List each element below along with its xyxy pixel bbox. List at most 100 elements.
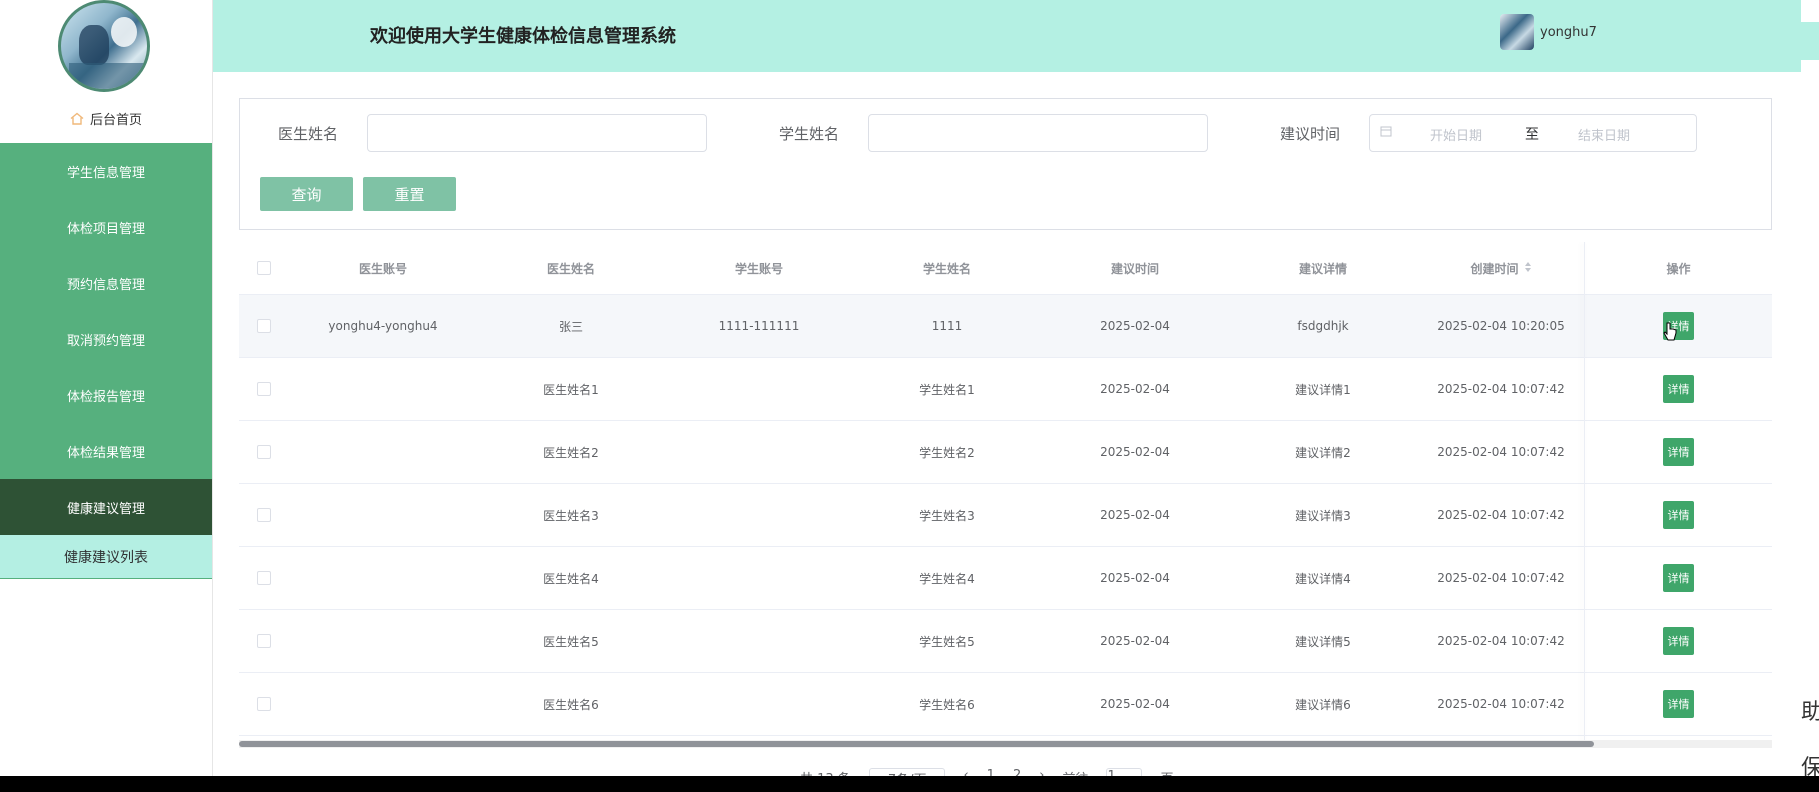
cell-advice-time: 2025-02-04 <box>1100 697 1170 711</box>
sidebar-item-student-info[interactable]: 学生信息管理 <box>0 143 212 199</box>
edge-glyph-top: 助 <box>1801 700 1819 725</box>
cell-student-name: 1111 <box>931 319 963 333</box>
scrollbar-thumb[interactable] <box>239 741 1594 747</box>
cell-doctor-account: yonghu4-yonghu4 <box>328 319 438 333</box>
advice-time-label: 建议时间 <box>1280 125 1341 143</box>
cell-student-name: 学生姓名3 <box>919 508 975 523</box>
row-checkbox[interactable] <box>257 571 271 585</box>
date-separator: 至 <box>1525 127 1539 143</box>
right-edge-strip: 助 保 <box>1801 0 1819 792</box>
home-label: 后台首页 <box>89 112 142 128</box>
sidebar-item-cancel-appointments[interactable]: 取消预约管理 <box>0 311 212 367</box>
home-link[interactable]: 后台首页 <box>0 104 212 132</box>
detail-button[interactable]: 详情 <box>1663 627 1694 655</box>
cell-advice-time: 2025-02-04 <box>1100 571 1170 585</box>
cell-student-account <box>665 673 853 735</box>
cell-created: 2025-02-04 10:07:42 <box>1437 571 1565 585</box>
row-checkbox[interactable] <box>257 508 271 522</box>
cell-created: 2025-02-04 10:20:05 <box>1437 319 1565 333</box>
date-range-picker[interactable]: 开始日期 至 结束日期 <box>1369 114 1697 152</box>
sidebar: 后台首页 学生信息管理 体检项目管理 预约信息管理 取消预约管理 体检报告管理 … <box>0 0 213 792</box>
cell-doctor-name: 医生姓名2 <box>543 445 599 460</box>
sort-icon[interactable] <box>1524 261 1532 276</box>
detail-button[interactable]: 详情 <box>1663 375 1694 403</box>
row-checkbox[interactable] <box>257 382 271 396</box>
table-header-row: 医生账号 医生姓名 学生账号 学生姓名 建议时间 建议详情 创建时间 操作 <box>239 242 1772 295</box>
user-menu[interactable]: yonghu7 <box>1500 14 1597 50</box>
user-avatar[interactable] <box>1500 14 1534 50</box>
cell-student-name: 学生姓名1 <box>919 382 975 397</box>
cell-doctor-account <box>289 421 477 483</box>
user-name[interactable]: yonghu7 <box>1540 25 1597 40</box>
cell-advice-time: 2025-02-04 <box>1100 445 1170 459</box>
student-name-input[interactable] <box>868 114 1208 152</box>
cell-doctor-account <box>289 547 477 609</box>
cell-doctor-name: 医生姓名6 <box>543 697 599 712</box>
doctor-name-input[interactable] <box>367 114 707 152</box>
mouse-cursor-icon <box>1663 322 1677 346</box>
cell-advice-detail: 建议详情1 <box>1295 382 1351 397</box>
cell-doctor-account <box>289 484 477 546</box>
table-row[interactable]: 医生姓名6 学生姓名6 2025-02-04 建议详情6 2025-02-04 10:0… <box>239 673 1772 736</box>
cell-advice-detail: fsdgdhjk <box>1297 319 1349 333</box>
table-row[interactable]: 医生姓名4 学生姓名4 2025-02-04 建议详情4 2025-02-04 10:0… <box>239 547 1772 610</box>
col-student-account: 学生账号 <box>734 261 783 276</box>
select-all-checkbox[interactable] <box>257 261 271 275</box>
sidebar-item-appointments[interactable]: 预约信息管理 <box>0 255 212 311</box>
detail-button[interactable]: 详情 <box>1663 438 1694 466</box>
cell-advice-detail: 建议详情3 <box>1295 508 1351 523</box>
table-row[interactable]: 医生姓名1 学生姓名1 2025-02-04 建议详情1 2025-02-04 10:0… <box>239 358 1772 421</box>
cell-advice-time: 2025-02-04 <box>1100 508 1170 522</box>
row-checkbox[interactable] <box>257 634 271 648</box>
cell-student-account <box>665 358 853 420</box>
detail-button[interactable]: 详情 <box>1663 690 1694 718</box>
table-row[interactable]: 医生姓名3 学生姓名3 2025-02-04 建议详情3 2025-02-04 10:0… <box>239 484 1772 547</box>
query-button[interactable]: 查询 <box>260 177 353 211</box>
cell-doctor-account <box>289 358 477 420</box>
detail-button[interactable]: 详情 <box>1663 564 1694 592</box>
cell-student-account <box>665 547 853 609</box>
cell-advice-time: 2025-02-04 <box>1100 382 1170 396</box>
cell-created: 2025-02-04 10:07:42 <box>1437 697 1565 711</box>
sidebar-menu: 学生信息管理 体检项目管理 预约信息管理 取消预约管理 体检报告管理 体检结果管… <box>0 143 212 579</box>
sidebar-item-exam-results[interactable]: 体检结果管理 <box>0 423 212 479</box>
sidebar-item-exam-items[interactable]: 体检项目管理 <box>0 199 212 255</box>
col-doctor-account: 医生账号 <box>358 261 407 276</box>
table-row[interactable]: 医生姓名2 学生姓名2 2025-02-04 建议详情2 2025-02-04 10:0… <box>239 421 1772 484</box>
table-row[interactable]: yonghu4-yonghu4 张三 1111-111111 1111 2025-02-… <box>239 295 1772 358</box>
detail-button[interactable]: 详情 <box>1663 501 1694 529</box>
date-start-input[interactable]: 开始日期 <box>1430 125 1482 144</box>
date-end-input[interactable]: 结束日期 <box>1578 125 1630 144</box>
cell-advice-detail: 建议详情4 <box>1295 571 1351 586</box>
col-created: 创建时间 <box>1470 261 1519 276</box>
col-advice-detail: 建议详情 <box>1298 261 1347 276</box>
cell-created: 2025-02-04 10:07:42 <box>1437 382 1565 396</box>
cell-doctor-name: 医生姓名5 <box>543 634 599 649</box>
cell-doctor-account <box>289 610 477 672</box>
cell-advice-detail: 建议详情5 <box>1295 634 1351 649</box>
bottom-bar <box>0 776 1819 792</box>
home-icon <box>70 112 84 125</box>
cell-doctor-name: 医生姓名4 <box>543 571 599 586</box>
col-advice-time: 建议时间 <box>1110 261 1159 276</box>
row-checkbox[interactable] <box>257 697 271 711</box>
cell-doctor-name: 张三 <box>558 319 583 334</box>
page-title: 欢迎使用大学生健康体检信息管理系统 <box>370 26 676 47</box>
col-created-header[interactable]: 创建时间 <box>1417 242 1585 294</box>
sidebar-subitem-health-advice-list[interactable]: 健康建议列表 <box>0 535 212 579</box>
reset-button[interactable]: 重置 <box>363 177 456 211</box>
col-doctor-name: 医生姓名 <box>546 261 595 276</box>
doctor-name-label: 医生姓名 <box>278 125 339 143</box>
cell-student-name: 学生姓名6 <box>919 697 975 712</box>
sidebar-avatar <box>58 0 150 92</box>
search-panel: 医生姓名 学生姓名 建议时间 开始日期 至 结束日期 查询 重置 <box>239 98 1772 230</box>
sidebar-item-health-advice[interactable]: 健康建议管理 <box>0 479 212 535</box>
cell-created: 2025-02-04 10:07:42 <box>1437 634 1565 648</box>
row-checkbox[interactable] <box>257 319 271 333</box>
row-checkbox[interactable] <box>257 445 271 459</box>
horizontal-scrollbar[interactable] <box>239 740 1772 748</box>
table-row[interactable]: 医生姓名5 学生姓名5 2025-02-04 建议详情5 2025-02-04 10:0… <box>239 610 1772 673</box>
sidebar-item-exam-reports[interactable]: 体检报告管理 <box>0 367 212 423</box>
cell-created: 2025-02-04 10:07:42 <box>1437 445 1565 459</box>
cell-student-account <box>665 484 853 546</box>
